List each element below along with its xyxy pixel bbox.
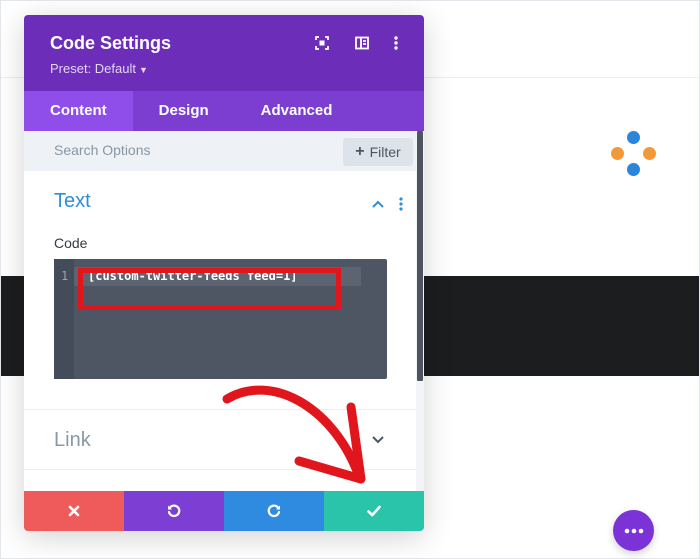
- line-number: 1: [61, 269, 69, 283]
- check-icon: [367, 505, 381, 517]
- filter-button[interactable]: + Filter: [343, 138, 413, 166]
- modal-title: Code Settings: [50, 33, 172, 53]
- search-bar: + Filter: [24, 131, 416, 171]
- modal-scrollbar[interactable]: [416, 131, 424, 491]
- chevron-down-icon[interactable]: [371, 433, 385, 447]
- undo-icon: [167, 504, 181, 518]
- tab-advanced[interactable]: Advanced: [235, 91, 359, 131]
- settings-tabs: Content Design Advanced: [24, 91, 424, 131]
- redo-icon: [267, 504, 281, 518]
- split-view-icon[interactable]: [354, 35, 370, 51]
- page-settings-button[interactable]: [613, 510, 654, 551]
- chevron-up-icon[interactable]: [371, 197, 385, 211]
- save-button[interactable]: [324, 491, 424, 531]
- site-logo: [607, 129, 659, 181]
- filter-label: Filter: [369, 144, 401, 160]
- search-options-input[interactable]: [54, 142, 314, 158]
- code-settings-modal: Code Settings Preset: Default ▼ Content D…: [24, 15, 424, 531]
- text-section-toggle[interactable]: Text: [54, 190, 91, 213]
- modal-footer: [24, 491, 424, 531]
- redo-button[interactable]: [224, 491, 324, 531]
- tab-design[interactable]: Design: [133, 91, 235, 131]
- fullscreen-icon[interactable]: [314, 35, 330, 51]
- discard-button[interactable]: [24, 491, 124, 531]
- more-dots-icon: [624, 528, 643, 533]
- scrollbar-thumb[interactable]: [417, 131, 423, 381]
- undo-button[interactable]: [124, 491, 224, 531]
- section-divider: [24, 409, 416, 410]
- caret-down-icon: ▼: [139, 65, 148, 75]
- shortcode-highlight-box: [78, 268, 341, 310]
- section-divider: [24, 469, 416, 470]
- code-field-label: Code: [54, 235, 88, 251]
- link-section-toggle[interactable]: Link: [54, 429, 91, 452]
- close-icon: [68, 505, 80, 517]
- preset-selector[interactable]: Preset: Default ▼: [50, 61, 148, 76]
- preset-label: Preset: Default: [50, 61, 136, 76]
- more-options-icon[interactable]: [388, 35, 404, 51]
- modal-header: Code Settings Preset: Default ▼: [24, 15, 424, 91]
- plus-icon: +: [355, 143, 365, 160]
- tab-content[interactable]: Content: [24, 91, 133, 131]
- section-options-icon[interactable]: [398, 196, 404, 212]
